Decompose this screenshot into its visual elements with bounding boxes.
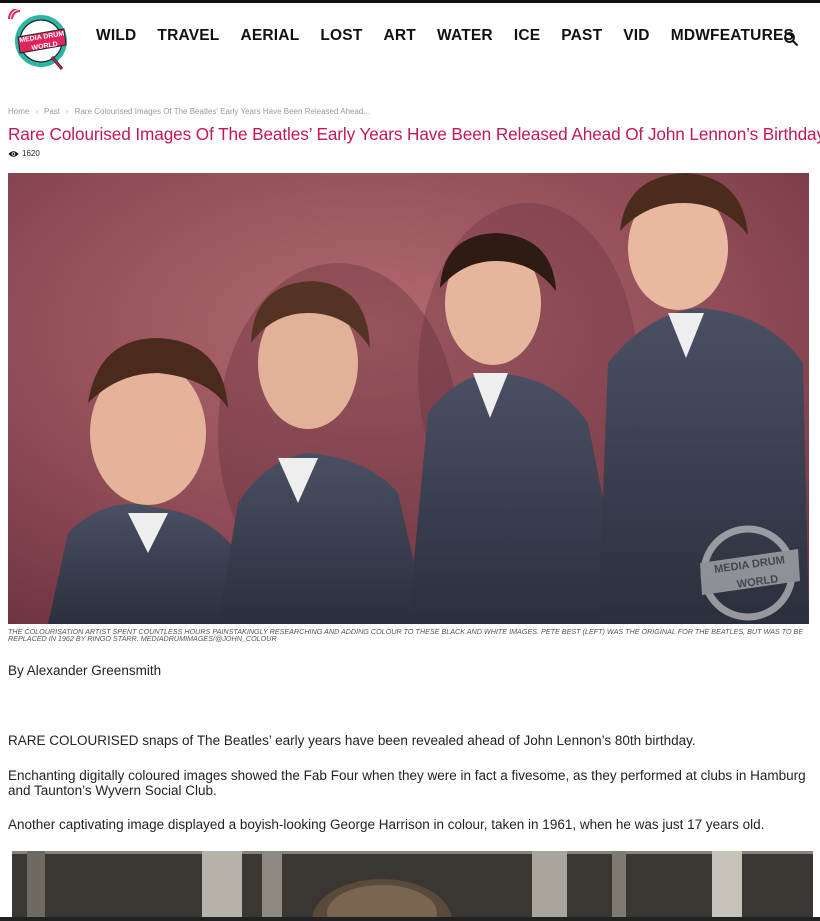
nav-item-art[interactable]: ART bbox=[384, 27, 416, 45]
nav-item-aerial[interactable]: AERIAL bbox=[240, 27, 299, 45]
site-logo[interactable]: MEDIA DRUM WORLD bbox=[8, 9, 72, 71]
nav-item-past[interactable]: PAST bbox=[561, 27, 602, 45]
nav-item-ice[interactable]: ICE bbox=[514, 27, 540, 45]
eye-icon bbox=[8, 150, 19, 157]
nav-item-water[interactable]: WATER bbox=[437, 27, 493, 45]
view-count: 1620 bbox=[8, 149, 40, 158]
nav-item-vid[interactable]: VID bbox=[623, 27, 649, 45]
nav-item-travel[interactable]: TRAVEL bbox=[157, 27, 219, 45]
article-title: Rare Colourised Images Of The Beatles’ E… bbox=[8, 124, 820, 144]
main-nav: WILD TRAVEL AERIAL LOST ART WATER ICE PA… bbox=[96, 27, 815, 45]
breadcrumb-section[interactable]: Past bbox=[44, 107, 60, 116]
article-paragraph: Enchanting digitally coloured images sho… bbox=[8, 768, 806, 798]
nav-item-wild[interactable]: WILD bbox=[96, 27, 136, 45]
chevron-right-icon: › bbox=[66, 107, 69, 116]
site-header: MEDIA DRUM WORLD WILD TRAVEL AERIAL LOST… bbox=[0, 3, 820, 73]
view-count-value: 1620 bbox=[22, 149, 40, 158]
article-paragraph: RARE COLOURISED snaps of The Beatles’ ea… bbox=[8, 733, 696, 748]
breadcrumb: Home › Past › Rare Colourised Images Of … bbox=[8, 107, 370, 116]
hero-image[interactable]: MEDIA DRUM WORLD bbox=[8, 173, 809, 624]
chevron-right-icon: › bbox=[35, 107, 39, 116]
image-caption: THE COLOURISATION ARTIST SPENT COUNTLESS… bbox=[8, 627, 804, 644]
breadcrumb-home[interactable]: Home bbox=[8, 107, 29, 116]
search-icon[interactable] bbox=[783, 31, 799, 47]
article-paragraph: Another captivating image displayed a bo… bbox=[8, 817, 765, 832]
article-image-2[interactable] bbox=[12, 851, 813, 921]
breadcrumb-current: Rare Colourised Images Of The Beatles' E… bbox=[74, 107, 371, 116]
nav-item-mdwfeatures[interactable]: MDWFEATURES bbox=[671, 27, 794, 45]
article-byline: By Alexander Greensmith bbox=[8, 663, 162, 678]
nav-item-lost[interactable]: LOST bbox=[320, 27, 362, 45]
bottom-border bbox=[0, 917, 820, 921]
